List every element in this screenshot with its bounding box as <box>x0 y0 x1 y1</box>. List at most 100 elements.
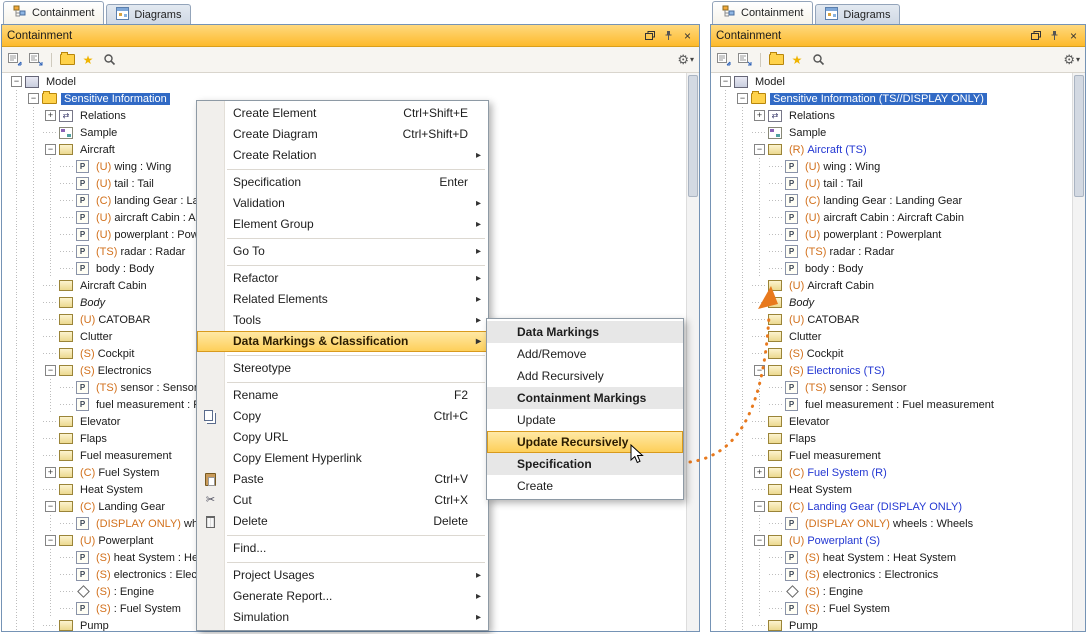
tree-row-body-body[interactable]: Pbody : Body <box>712 260 1073 277</box>
menu-item-simulation[interactable]: Simulation▸ <box>197 607 488 628</box>
tree-toggle-minus[interactable]: − <box>754 144 765 155</box>
menu-item-paste[interactable]: PasteCtrl+V <box>197 469 488 490</box>
menu-item-stereotype[interactable]: Stereotype <box>197 358 488 379</box>
expand-all-icon[interactable] <box>737 52 753 68</box>
tree-row-u-tail-tail[interactable]: P(U) tail : Tail <box>712 175 1073 192</box>
menu-item-create-diagram[interactable]: Create DiagramCtrl+Shift+D <box>197 124 488 145</box>
tree-row-model[interactable]: −Model <box>3 73 687 90</box>
tree-row-u-powerplant-powerplant[interactable]: P(U) powerplant : Powerplant <box>712 226 1073 243</box>
submenu-item-add-remove[interactable]: Add/Remove <box>487 343 683 365</box>
menu-item-rename[interactable]: RenameF2 <box>197 385 488 406</box>
float-icon[interactable] <box>1029 29 1042 42</box>
tree-toggle-minus[interactable]: − <box>45 144 56 155</box>
open-diagram-icon[interactable] <box>59 52 75 68</box>
menu-item-refactor[interactable]: Refactor▸ <box>197 268 488 289</box>
pin-icon[interactable] <box>1048 29 1061 42</box>
tree-row-ts-radar-radar[interactable]: P(TS) radar : Radar <box>712 243 1073 260</box>
menu-item-specification[interactable]: SpecificationEnter <box>197 172 488 193</box>
tree-row-u-aircraft-cabin[interactable]: (U) Aircraft Cabin <box>712 277 1073 294</box>
tree-row-pump[interactable]: Pump <box>712 617 1073 631</box>
submenu-item-update[interactable]: Update <box>487 409 683 431</box>
tree-row-relations[interactable]: +⇄Relations <box>712 107 1073 124</box>
menu-item-copy[interactable]: CopyCtrl+C <box>197 406 488 427</box>
tree-toggle-minus[interactable]: − <box>28 93 39 104</box>
menu-item-find[interactable]: Find... <box>197 538 488 559</box>
tree-toggle-minus[interactable]: − <box>45 535 56 546</box>
tree-row-s-electronics-electronics[interactable]: P(S) electronics : Electronics <box>712 566 1073 583</box>
open-diagram-icon[interactable] <box>768 52 784 68</box>
vertical-scrollbar[interactable] <box>1072 73 1085 631</box>
tree-toggle-minus[interactable]: − <box>720 76 731 87</box>
collapse-all-icon[interactable] <box>7 52 23 68</box>
settings-gear-icon[interactable]: ⚙▾ <box>677 52 694 68</box>
vertical-scrollbar[interactable] <box>686 73 699 631</box>
tree-row-heat-system[interactable]: Heat System <box>712 481 1073 498</box>
tree-toggle-minus[interactable]: − <box>754 535 765 546</box>
tree-row-flaps[interactable]: Flaps <box>712 430 1073 447</box>
menu-item-element-group[interactable]: Element Group▸ <box>197 214 488 235</box>
tree-row-c-landing-gear-display-only[interactable]: −(C) Landing Gear (DISPLAY ONLY) <box>712 498 1073 515</box>
tree-toggle-minus[interactable]: − <box>737 93 748 104</box>
menu-item-project-usages[interactable]: Project Usages▸ <box>197 565 488 586</box>
tab-diagrams[interactable]: Diagrams <box>106 4 191 24</box>
tree-row-s-heat-system-heat-system[interactable]: P(S) heat System : Heat System <box>712 549 1073 566</box>
submenu-item-create[interactable]: Create <box>487 475 683 497</box>
tree-toggle-minus[interactable]: − <box>754 501 765 512</box>
search-icon[interactable] <box>101 52 117 68</box>
close-icon[interactable]: × <box>1067 29 1080 42</box>
tab-containment[interactable]: Containment <box>3 1 104 24</box>
submenu-item-update-recursively[interactable]: Update Recursively <box>487 431 683 453</box>
search-icon[interactable] <box>810 52 826 68</box>
menu-item-related-elements[interactable]: Related Elements▸ <box>197 289 488 310</box>
favorites-icon[interactable]: ★ <box>80 52 96 68</box>
menu-item-create-element[interactable]: Create ElementCtrl+Shift+E <box>197 103 488 124</box>
tree-row-ts-sensor-sensor[interactable]: P(TS) sensor : Sensor <box>712 379 1073 396</box>
close-icon[interactable]: × <box>681 29 694 42</box>
submenu-item-add-recursively[interactable]: Add Recursively <box>487 365 683 387</box>
menu-item-go-to[interactable]: Go To▸ <box>197 241 488 262</box>
menu-item-create-relation[interactable]: Create Relation▸ <box>197 145 488 166</box>
tree-toggle-plus[interactable]: + <box>754 110 765 121</box>
menu-item-tools[interactable]: Tools▸ <box>197 310 488 331</box>
tree-row-elevator[interactable]: Elevator <box>712 413 1073 430</box>
tree-row-clutter[interactable]: Clutter <box>712 328 1073 345</box>
tree-row-s-engine[interactable]: (S) : Engine <box>712 583 1073 600</box>
tree-row-u-aircraft-cabin-aircraft-cabin[interactable]: P(U) aircraft Cabin : Aircraft Cabin <box>712 209 1073 226</box>
expand-all-icon[interactable] <box>28 52 44 68</box>
tree-row-sample[interactable]: Sample <box>712 124 1073 141</box>
tree-toggle-plus[interactable]: + <box>45 467 56 478</box>
float-icon[interactable] <box>643 29 656 42</box>
settings-gear-icon[interactable]: ⚙▾ <box>1063 52 1080 68</box>
tree-toggle-plus[interactable]: + <box>754 467 765 478</box>
tree-toggle-minus[interactable]: − <box>754 365 765 376</box>
scrollbar-thumb[interactable] <box>1074 75 1084 197</box>
favorites-icon[interactable]: ★ <box>789 52 805 68</box>
menu-item-copy-url[interactable]: Copy URL <box>197 427 488 448</box>
tree-toggle-minus[interactable]: − <box>11 76 22 87</box>
tree-row-model[interactable]: −Model <box>712 73 1073 90</box>
tree-row-display-only-wheels-wheels[interactable]: P(DISPLAY ONLY) wheels : Wheels <box>712 515 1073 532</box>
tab-containment[interactable]: Containment <box>712 1 813 24</box>
tree-toggle-minus[interactable]: − <box>45 501 56 512</box>
menu-item-generate-report[interactable]: Generate Report...▸ <box>197 586 488 607</box>
tree-row-s-fuel-system[interactable]: P(S) : Fuel System <box>712 600 1073 617</box>
tree-row-body[interactable]: Body <box>712 294 1073 311</box>
tree-row-u-wing-wing[interactable]: P(U) wing : Wing <box>712 158 1073 175</box>
tree-row-s-electronics-ts[interactable]: −(S) Electronics (TS) <box>712 362 1073 379</box>
tree-row-r-aircraft-ts[interactable]: −(R) Aircraft (TS) <box>712 141 1073 158</box>
menu-item-delete[interactable]: DeleteDelete <box>197 511 488 532</box>
tree-toggle-minus[interactable]: − <box>45 365 56 376</box>
menu-item-data-markings-classification[interactable]: Data Markings & Classification▸ <box>197 331 488 352</box>
tree-row-u-powerplant-s[interactable]: −(U) Powerplant (S) <box>712 532 1073 549</box>
pin-icon[interactable] <box>662 29 675 42</box>
tree-row-u-catobar[interactable]: (U) CATOBAR <box>712 311 1073 328</box>
menu-item-copy-element-hyperlink[interactable]: Copy Element Hyperlink <box>197 448 488 469</box>
tree-row-sensitive-information-ts-display-only[interactable]: −Sensitive Information (TS//DISPLAY ONLY… <box>712 90 1073 107</box>
tab-diagrams[interactable]: Diagrams <box>815 4 900 24</box>
tree-toggle-plus[interactable]: + <box>45 110 56 121</box>
tree-row-fuel-measurement[interactable]: Fuel measurement <box>712 447 1073 464</box>
tree-row-c-fuel-system-r[interactable]: +(C) Fuel System (R) <box>712 464 1073 481</box>
tree-row-c-landing-gear-landing-gear[interactable]: P(C) landing Gear : Landing Gear <box>712 192 1073 209</box>
scrollbar-thumb[interactable] <box>688 75 698 197</box>
tree-row-s-cockpit[interactable]: (S) Cockpit <box>712 345 1073 362</box>
